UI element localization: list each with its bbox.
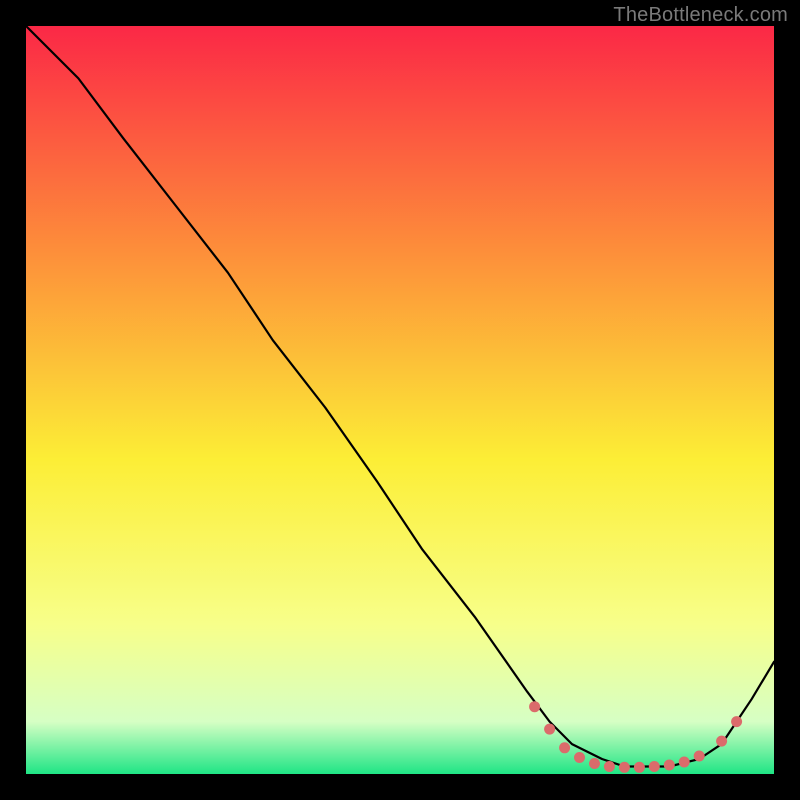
chart-stage: TheBottleneck.com <box>0 0 800 800</box>
chart-svg <box>26 26 774 774</box>
highlight-dot <box>664 760 675 771</box>
highlight-dot <box>619 762 630 773</box>
watermark-text: TheBottleneck.com <box>613 4 788 27</box>
highlight-dot <box>529 701 540 712</box>
highlight-dot <box>574 752 585 763</box>
highlight-dot <box>559 742 570 753</box>
plot-background <box>26 26 774 774</box>
highlight-dot <box>544 724 555 735</box>
highlight-dot <box>604 761 615 772</box>
highlight-dot <box>679 757 690 768</box>
highlight-dot <box>731 716 742 727</box>
highlight-dot <box>649 761 660 772</box>
highlight-dot <box>716 736 727 747</box>
highlight-dot <box>694 751 705 762</box>
highlight-dot <box>589 758 600 769</box>
highlight-dot <box>634 762 645 773</box>
